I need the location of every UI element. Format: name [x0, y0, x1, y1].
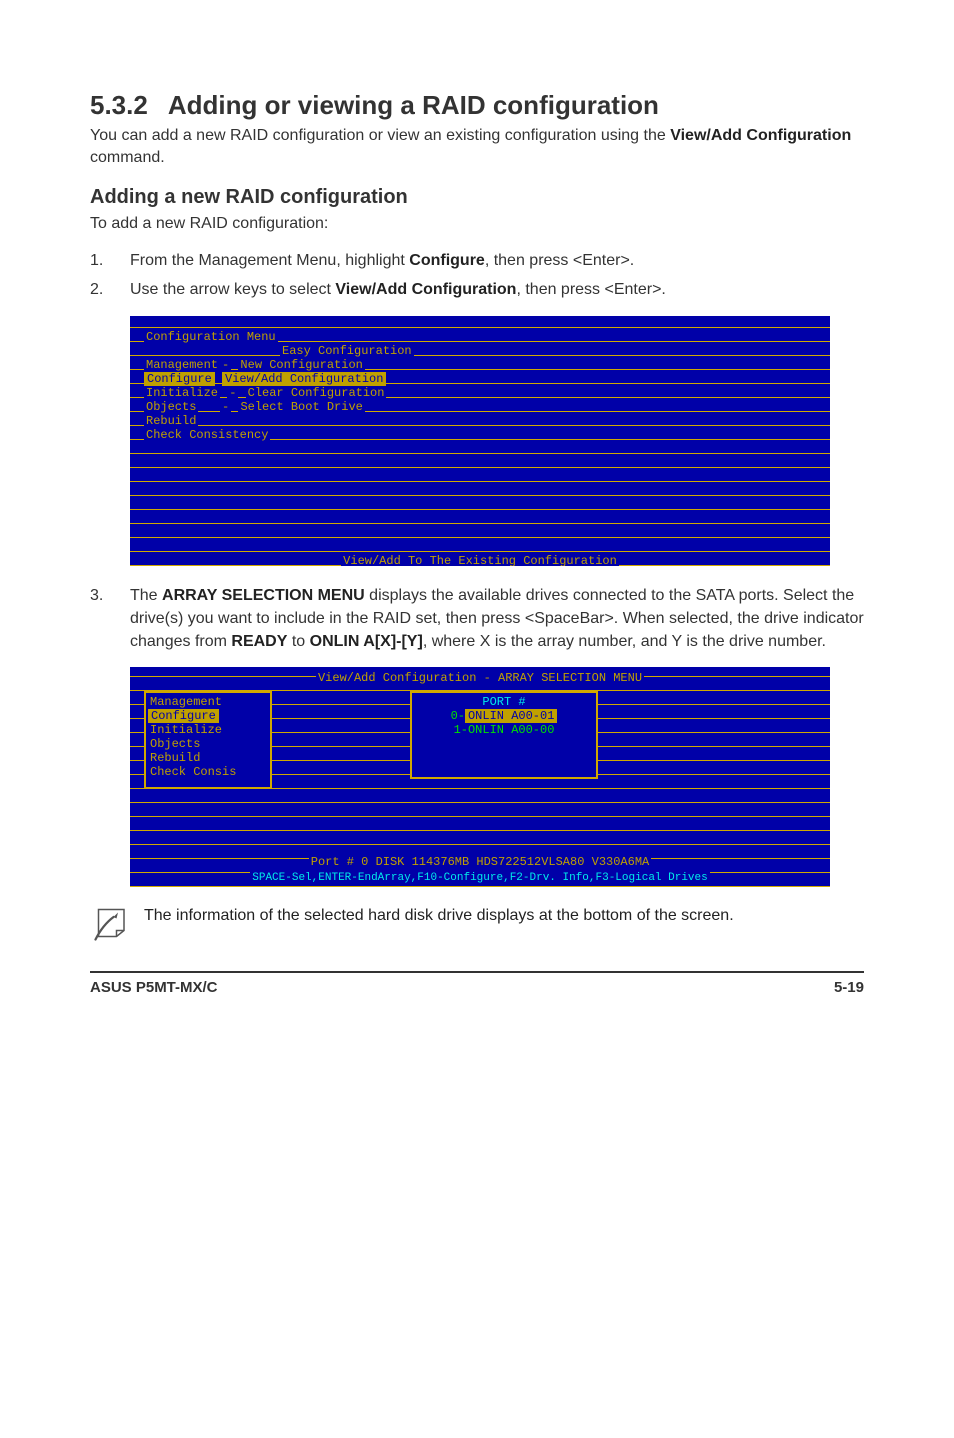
step3-b3: ONLIN A[X]-[Y] [310, 633, 423, 650]
note-block: The information of the selected hard dis… [94, 905, 864, 941]
step3-pre: The [130, 587, 162, 604]
bios-screenshot-config-menu: Configuration Menu Easy Configuration Ma… [130, 316, 830, 566]
cfg-new: New Configuration [238, 358, 364, 372]
step1-post: , then press <Enter>. [485, 252, 634, 269]
cfg-init[interactable]: Initialize [144, 386, 220, 400]
step-1: From the Management Menu, highlight Conf… [90, 249, 864, 272]
arr-info: Port # 0 DISK 114376MB HDS722512VLSA80 V… [309, 855, 651, 869]
step2-pre: Use the arrow keys to select [130, 281, 335, 298]
cfg-configure-sel[interactable]: Configure [144, 372, 215, 386]
step-2: Use the arrow keys to select View/Add Co… [90, 278, 864, 301]
cfg-easy: Easy Configuration [280, 344, 414, 358]
arr-init[interactable]: Initialize [148, 723, 224, 737]
arr-port-h: PORT # [480, 695, 527, 709]
step2-bold: View/Add Configuration [335, 281, 516, 298]
cfg-objects[interactable]: Objects [144, 400, 198, 414]
arr-configure[interactable]: Configure [148, 709, 219, 723]
cfg-prompt: View/Add To The Existing Configuration [341, 554, 619, 566]
intro-bold: View/Add Configuration [670, 127, 851, 144]
step-3: The ARRAY SELECTION MENU displays the av… [90, 584, 864, 654]
step3-mid2: to [287, 633, 309, 650]
step3-b1: ARRAY SELECTION MENU [162, 587, 365, 604]
step3-b2: READY [231, 633, 287, 650]
footer-product: ASUS P5MT-MX/C [90, 979, 218, 996]
sub-heading: Adding a new RAID configuration [90, 186, 864, 209]
arr-title: View/Add Configuration - ARRAY SELECTION… [316, 671, 644, 685]
cfg-menu-title: Configuration Menu [144, 330, 278, 344]
step3-post: , where X is the array number, and Y is … [423, 633, 826, 650]
cfg-viewadd-sel[interactable]: View/Add Configuration [222, 372, 386, 386]
arr-rebuild[interactable]: Rebuild [148, 751, 202, 765]
arr-objects[interactable]: Objects [148, 737, 202, 751]
footer-page: 5-19 [834, 979, 864, 996]
note-text: The information of the selected hard dis… [144, 905, 734, 927]
cfg-clear[interactable]: Clear Configuration [246, 386, 387, 400]
cfg-boot[interactable]: Select Boot Drive [238, 400, 364, 414]
arr-check[interactable]: Check Consis [148, 765, 238, 779]
arr-p0s[interactable]: ONLIN A00-01 [465, 709, 557, 723]
section-title: Adding or viewing a RAID configuration [168, 90, 659, 120]
step1-bold: Configure [409, 252, 485, 269]
arr-mgmt: Management [148, 695, 224, 709]
note-icon [94, 905, 130, 941]
sub-intro: To add a new RAID configuration: [90, 213, 864, 235]
arr-p0[interactable]: 0- [451, 709, 465, 723]
page-footer: ASUS P5MT-MX/C 5-19 [90, 979, 864, 996]
intro-post: command. [90, 149, 165, 166]
arr-hint: SPACE-Sel,ENTER-EndArray,F10-Configure,F… [250, 872, 709, 884]
step2-post: , then press <Enter>. [516, 281, 665, 298]
step1-pre: From the Management Menu, highlight [130, 252, 409, 269]
bios-screenshot-array-selection: View/Add Configuration - ARRAY SELECTION… [130, 667, 830, 887]
intro-paragraph: You can add a new RAID configuration or … [90, 125, 864, 170]
section-heading: 5.3.2 Adding or viewing a RAID configurat… [90, 90, 864, 121]
section-number: 5.3.2 [90, 90, 148, 120]
footer-rule [90, 971, 864, 973]
cfg-management: Management [144, 358, 220, 372]
intro-pre: You can add a new RAID configuration or … [90, 127, 670, 144]
cfg-rebuild[interactable]: Rebuild [144, 414, 198, 428]
arr-p1[interactable]: 1-ONLIN A00-00 [454, 723, 555, 737]
cfg-check[interactable]: Check Consistency [144, 428, 270, 442]
